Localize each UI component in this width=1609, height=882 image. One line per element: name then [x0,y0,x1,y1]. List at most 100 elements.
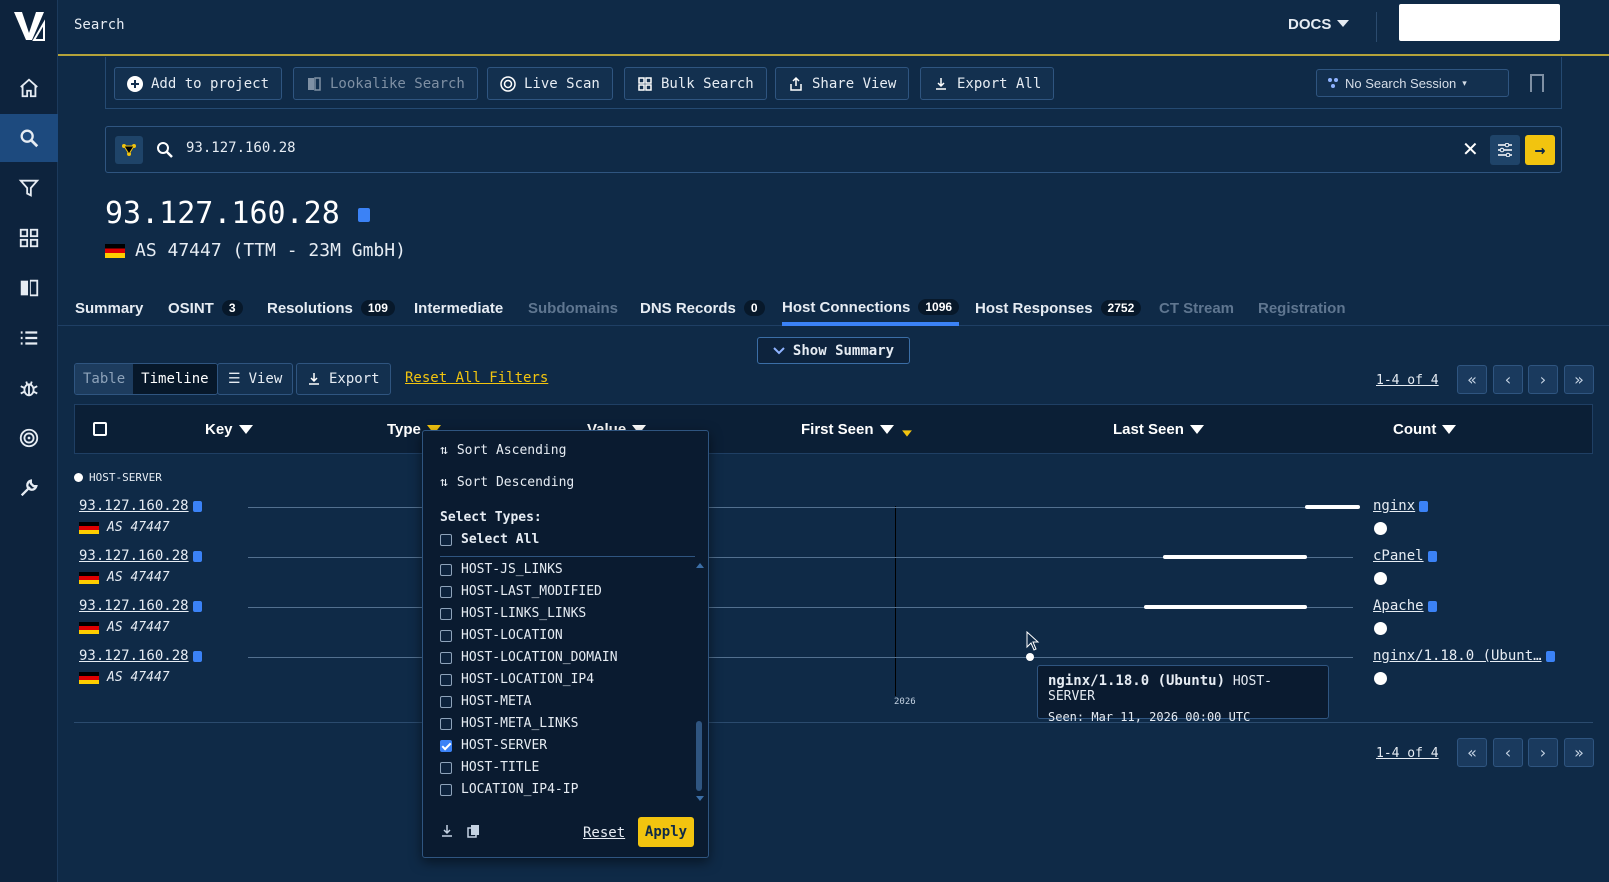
tab-ct-stream[interactable]: CT Stream [1159,296,1234,320]
first-page-button[interactable]: « [1457,365,1487,394]
show-summary-button[interactable]: Show Summary [757,337,910,364]
scroll-up-icon[interactable] [696,563,704,568]
type-option[interactable]: HOST-SERVER [440,738,547,753]
table-view-button[interactable]: Table [75,364,134,394]
copy-icon[interactable] [467,824,481,838]
pagination-summary[interactable]: 1-4 of 4 [1376,746,1439,761]
reset-button[interactable]: Reset [583,825,625,841]
checkbox[interactable] [440,651,452,664]
checkbox[interactable] [440,563,452,576]
prev-page-button[interactable]: ‹ [1493,365,1523,394]
copy-icon[interactable] [192,600,202,612]
account-box[interactable] [1399,4,1560,41]
timeline-bar[interactable] [1144,605,1307,609]
pagination-summary[interactable]: 1-4 of 4 [1376,373,1439,388]
copy-icon[interactable] [192,650,202,662]
copy-icon[interactable] [1427,550,1437,562]
tab-subdomains[interactable]: Subdomains [528,296,618,320]
type-option[interactable]: HOST-LINKS_LINKS [440,606,586,621]
search-input[interactable] [186,140,1386,156]
tab-osint[interactable]: OSINT 3 [168,296,243,320]
live-scan-button[interactable]: Live Scan [487,67,613,100]
last-page-button[interactable]: » [1564,365,1594,394]
add-to-project-button[interactable]: Add to project [114,67,283,100]
row-ip-link[interactable]: 93.127.160.28 [79,498,202,514]
tab-host-responses[interactable]: Host Responses 2752 [975,296,1142,320]
select-all-checkbox[interactable] [93,422,107,436]
copy-icon[interactable] [192,500,202,512]
first-page-button[interactable]: « [1457,738,1487,767]
search-submit-button[interactable]: → [1525,135,1555,165]
type-option[interactable]: LOCATION_IP4-IP [440,782,578,797]
nav-filters[interactable] [0,164,58,212]
graph-toggle-button[interactable] [115,136,143,164]
fire-icon[interactable] [1374,622,1387,635]
checkbox[interactable] [440,533,452,546]
type-option[interactable]: HOST-LOCATION_IP4 [440,672,594,687]
type-option[interactable]: HOST-JS_LINKS [440,562,563,577]
copy-icon[interactable] [1545,650,1555,662]
row-ip-link[interactable]: 93.127.160.28 [79,598,202,614]
column-key[interactable]: Key [205,421,253,438]
copy-icon[interactable] [1427,600,1437,612]
lookalike-search-button[interactable]: Lookalike Search [293,67,478,100]
download-icon[interactable] [440,824,454,838]
filter-icon[interactable] [1189,425,1204,434]
copy-icon[interactable] [192,550,202,562]
next-page-button[interactable]: › [1528,738,1558,767]
type-option[interactable]: HOST-META_LINKS [440,716,578,731]
fire-icon[interactable] [1374,672,1387,685]
fire-icon[interactable] [1374,522,1387,535]
copy-icon[interactable] [1419,500,1429,512]
select-all-option[interactable]: Select All [440,532,539,547]
next-page-button[interactable]: › [1528,365,1558,394]
row-ip-link[interactable]: 93.127.160.28 [79,648,202,664]
row-value-link[interactable]: nginx [1373,498,1429,514]
row-value-link[interactable]: cPanel [1373,548,1437,564]
tab-registration[interactable]: Registration [1258,296,1346,320]
timeline-view-button[interactable]: Timeline [133,364,217,394]
share-view-button[interactable]: Share View [775,67,910,100]
export-all-button[interactable]: Export All [920,67,1055,100]
checkbox[interactable] [440,717,452,730]
copy-icon[interactable] [357,207,370,222]
type-option[interactable]: HOST-LOCATION [440,628,563,643]
type-option[interactable]: HOST-META [440,694,531,709]
filter-icon[interactable] [238,425,253,434]
row-value-link[interactable]: nginx/1.18.0 (Ubunt… [1373,648,1555,664]
reset-all-filters-link[interactable]: Reset All Filters [405,370,548,386]
search-options-button[interactable] [1490,135,1520,165]
clear-icon[interactable]: ✕ [1462,137,1479,161]
tab-intermediate[interactable]: Intermediate [414,296,503,320]
nav-list[interactable] [0,314,58,362]
scroll-down-icon[interactable] [696,796,704,801]
column-first-seen[interactable]: First Seen [801,421,914,438]
tab-host-connections[interactable]: Host Connections 1096 [782,296,960,326]
checkbox[interactable] [440,695,452,708]
type-option[interactable]: HOST-TITLE [440,760,539,775]
nav-home[interactable] [0,64,58,112]
timeline-point[interactable] [1026,653,1034,661]
fire-icon[interactable] [1374,572,1387,585]
row-ip-link[interactable]: 93.127.160.28 [79,548,202,564]
nav-scan[interactable] [0,414,58,462]
last-page-button[interactable]: » [1564,738,1594,767]
checkbox[interactable] [440,673,452,686]
timeline-bar[interactable] [1163,555,1307,559]
nav-search[interactable] [0,114,58,162]
view-options-button[interactable]: ☰ View [217,363,294,395]
apply-button[interactable]: Apply [638,817,694,847]
column-last-seen[interactable]: Last Seen [1113,421,1204,438]
bookmark-icon[interactable] [1530,74,1544,92]
scrollbar-thumb[interactable] [696,721,702,791]
tab-summary[interactable]: Summary [75,296,143,320]
sort-ascending-option[interactable]: ⇅ Sort Ascending [440,443,566,458]
sort-desc-icon[interactable] [901,430,912,437]
checkbox[interactable] [440,783,452,796]
checkbox[interactable] [440,607,452,620]
export-button[interactable]: Export [296,363,391,395]
nav-bugs[interactable] [0,364,58,412]
sort-descending-option[interactable]: ⇅ Sort Descending [440,475,574,490]
timeline-bar[interactable] [1305,505,1360,509]
nav-tools[interactable] [0,464,58,512]
